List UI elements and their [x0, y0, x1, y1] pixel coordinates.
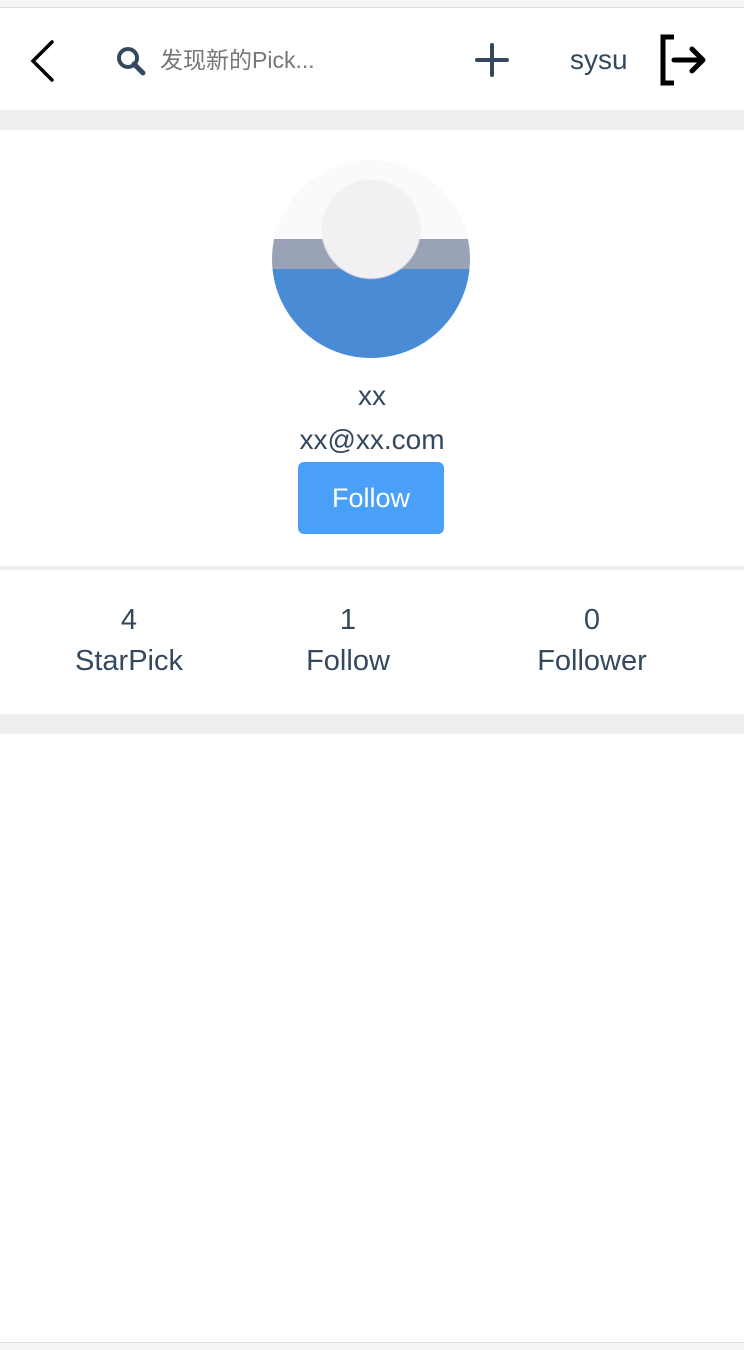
profile-email: xx@xx.com — [299, 424, 445, 455]
stat-label: StarPick — [75, 645, 183, 677]
divider-band — [0, 110, 744, 130]
stat-label: Follower — [537, 645, 647, 677]
profile-name: xx — [358, 380, 386, 411]
top-border — [0, 0, 744, 8]
bottom-border — [0, 1342, 744, 1350]
stat-follower[interactable]: 0 Follower — [537, 604, 647, 678]
search-icon[interactable] — [116, 46, 146, 81]
add-plus-icon[interactable] — [474, 42, 510, 83]
divider-band — [0, 714, 744, 734]
avatar — [272, 160, 470, 358]
stat-value: 0 — [583, 604, 601, 636]
stat-value: 1 — [339, 604, 357, 636]
stat-starpick[interactable]: 4 StarPick — [75, 604, 183, 678]
stat-value: 4 — [120, 604, 138, 636]
search-input[interactable] — [160, 42, 440, 78]
back-chevron-icon[interactable] — [28, 40, 56, 87]
stats-bar: 4 StarPick 1 Follow 0 Follower — [0, 570, 744, 714]
username-link[interactable]: sysu — [570, 44, 628, 76]
header: sysu — [0, 8, 744, 110]
logout-icon[interactable] — [658, 34, 710, 91]
stat-follow[interactable]: 1 Follow — [306, 604, 390, 678]
stat-label: Follow — [306, 645, 390, 677]
profile-card: xx xx@xx.com Follow — [0, 130, 744, 566]
follow-button[interactable]: Follow — [298, 462, 444, 534]
